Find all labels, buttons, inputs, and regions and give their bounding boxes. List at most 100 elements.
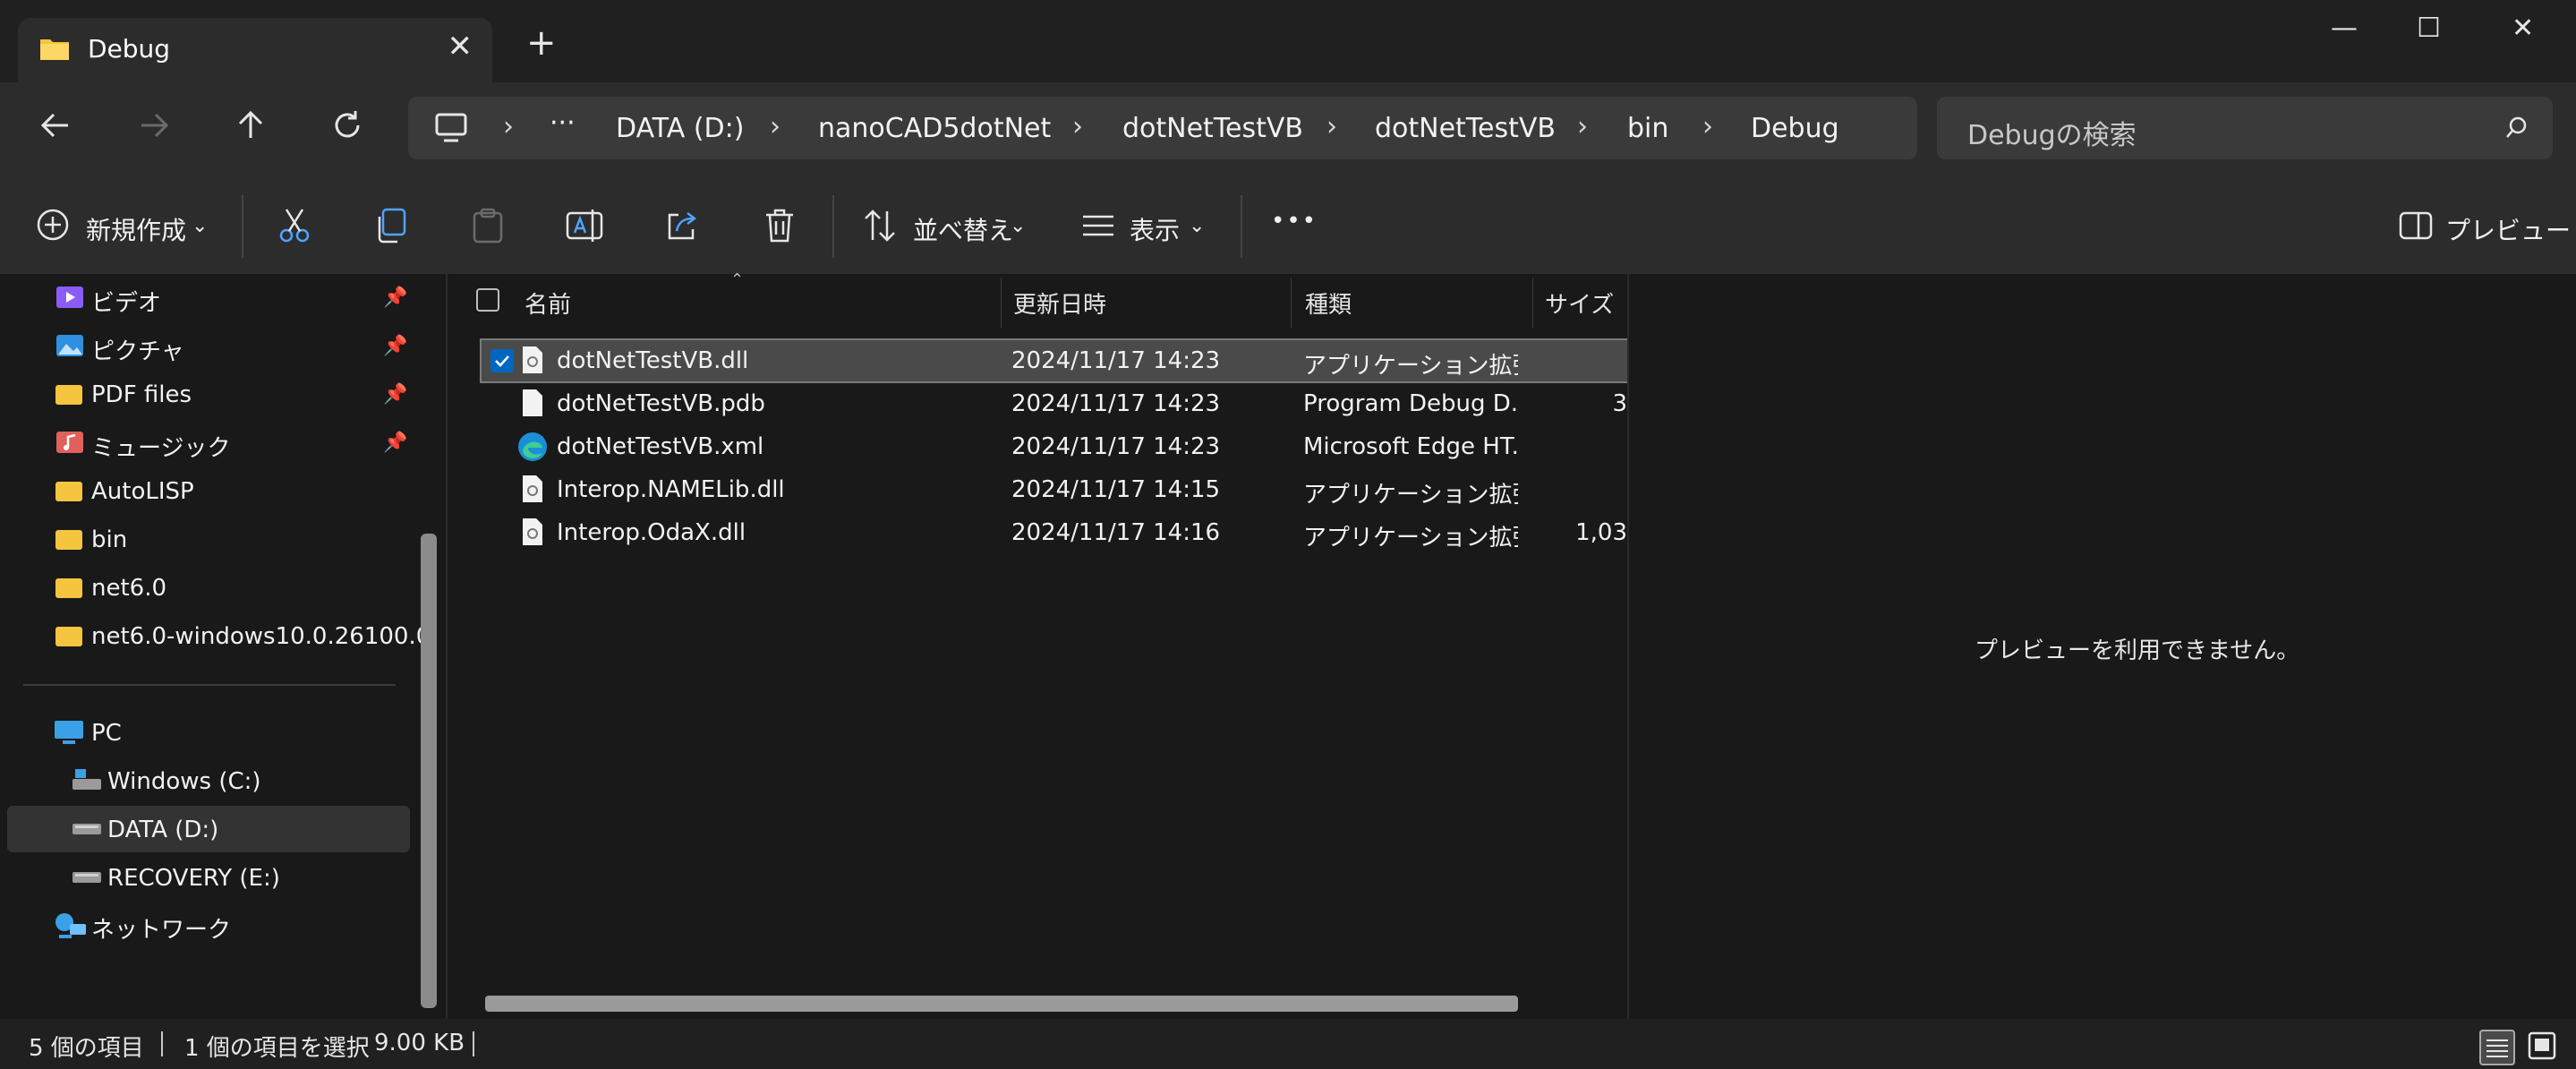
file-name: Interop.NAMELib.dll xyxy=(557,476,785,503)
chevron-right-icon: › xyxy=(1702,111,1713,142)
back-button[interactable] xyxy=(39,109,72,150)
file-size: 3 xyxy=(1612,390,1627,417)
column-divider[interactable] xyxy=(1291,278,1292,328)
column-header-modified[interactable]: 更新日時 xyxy=(1013,286,1106,320)
nav-item-drive-e[interactable]: RECOVERY (E:) xyxy=(107,865,280,892)
chevron-right-icon: › xyxy=(1072,111,1083,142)
row-checkbox[interactable] xyxy=(490,349,514,372)
maximize-button[interactable]: ☐ xyxy=(2417,13,2441,44)
view-icon[interactable] xyxy=(1081,208,1115,247)
table-row[interactable]: dotNetTestVB.dll 2024/11/17 14:23 アプリケーシ… xyxy=(480,338,1629,383)
horizontal-scrollbar[interactable] xyxy=(485,996,1518,1012)
nav-item-music[interactable]: ミュージック xyxy=(91,430,230,463)
column-header-type[interactable]: 種類 xyxy=(1305,286,1352,320)
tab-close-icon[interactable]: ✕ xyxy=(448,29,473,64)
chevron-down-icon[interactable]: ⌄ xyxy=(1010,215,1026,237)
file-modified: 2024/11/17 14:23 xyxy=(1011,347,1221,374)
search-input[interactable]: Debugの検索 xyxy=(1967,113,2137,152)
chevron-right-icon: › xyxy=(770,111,780,142)
table-row[interactable]: Interop.OdaX.dll 2024/11/17 14:16 アプリケーシ… xyxy=(482,512,1627,553)
refresh-button[interactable] xyxy=(331,109,363,150)
nav-item-drive-c[interactable]: Windows (C:) xyxy=(107,768,261,795)
arrow-left-icon xyxy=(40,113,68,138)
preview-pane: プレビューを利用できません。 xyxy=(1627,274,2576,1019)
nav-item-pictures[interactable]: ピクチャ xyxy=(91,333,184,366)
column-divider[interactable] xyxy=(1001,278,1002,328)
chevron-down-icon[interactable]: ⌄ xyxy=(192,215,208,237)
new-tab-button[interactable]: + xyxy=(526,25,557,61)
folder-icon xyxy=(55,530,82,550)
sort-button[interactable]: 並べ替え xyxy=(913,211,1013,247)
file-modified: 2024/11/17 14:23 xyxy=(1011,433,1221,460)
new-button[interactable]: 新規作成 xyxy=(86,211,186,247)
breadcrumb-item[interactable]: DATA (D:) xyxy=(616,113,744,144)
breadcrumb-item[interactable]: dotNetTestVB xyxy=(1375,113,1556,144)
nav-divider xyxy=(23,684,396,686)
nav-item-bin[interactable]: bin xyxy=(91,526,127,553)
nav-item-net6-windows[interactable]: net6.0-windows10.0.26100.0 xyxy=(91,623,431,650)
preview-button[interactable]: プレビュー xyxy=(2445,211,2571,247)
pc-icon xyxy=(435,113,467,147)
pin-icon[interactable]: 📌 xyxy=(383,286,407,309)
breadcrumb-item[interactable]: nanoCAD5dotNet xyxy=(818,113,1051,144)
pin-icon[interactable]: 📌 xyxy=(383,432,407,454)
select-all-checkbox[interactable] xyxy=(476,288,499,312)
folder-icon xyxy=(55,578,82,598)
column-header-size[interactable]: サイズ xyxy=(1545,286,1614,320)
column-header-name[interactable]: 名前 xyxy=(525,286,571,320)
up-button[interactable] xyxy=(235,109,267,150)
share-icon[interactable] xyxy=(664,208,700,247)
status-divider xyxy=(161,1031,163,1056)
file-name: Interop.OdaX.dll xyxy=(557,519,746,546)
selection-size: 9.00 KB xyxy=(374,1030,465,1056)
minimize-button[interactable]: — xyxy=(2331,13,2358,44)
pin-icon[interactable]: 📌 xyxy=(383,335,407,357)
nav-item-net6[interactable]: net6.0 xyxy=(91,575,166,602)
table-row[interactable]: dotNetTestVB.xml 2024/11/17 14:23 Micros… xyxy=(482,426,1627,467)
file-list: ⌃ 名前 更新日時 種類 サイズ dotNetTestVB.dll 2024/1… xyxy=(446,270,1629,1019)
more-button[interactable]: ••• xyxy=(1271,208,1318,235)
drive-icon xyxy=(72,820,102,842)
file-type: Program Debug D... xyxy=(1303,390,1518,417)
file-name: dotNetTestVB.pdb xyxy=(557,390,765,417)
nav-item-videos[interactable]: ビデオ xyxy=(91,285,161,318)
new-icon[interactable] xyxy=(36,208,70,245)
tab-debug[interactable]: Debug ✕ xyxy=(18,18,492,82)
nav-scrollbar[interactable] xyxy=(421,534,437,1008)
file-icon xyxy=(521,389,544,421)
search-box[interactable]: Debugの検索 xyxy=(1937,97,2553,159)
breadcrumb-current[interactable]: Debug xyxy=(1751,113,1839,144)
column-divider[interactable] xyxy=(1532,278,1533,328)
nav-item-autolisp[interactable]: AutoLISP xyxy=(91,478,194,505)
table-row[interactable]: dotNetTestVB.pdb 2024/11/17 14:23 Progra… xyxy=(482,383,1627,424)
sort-icon[interactable] xyxy=(863,208,897,247)
paste-icon[interactable] xyxy=(471,208,505,247)
dll-file-icon xyxy=(521,346,544,378)
details-view-icon[interactable] xyxy=(2479,1030,2515,1065)
forward-button[interactable] xyxy=(138,109,170,150)
copy-icon[interactable] xyxy=(374,208,408,247)
breadcrumb-item[interactable]: dotNetTestVB xyxy=(1122,113,1303,144)
address-bar[interactable]: › ··· DATA (D:) › nanoCAD5dotNet › dotNe… xyxy=(408,97,1917,159)
drive-icon xyxy=(72,868,102,890)
file-modified: 2024/11/17 14:15 xyxy=(1011,476,1221,503)
pin-icon[interactable]: 📌 xyxy=(383,383,407,406)
nav-item-pdf-files[interactable]: PDF files xyxy=(91,381,192,408)
search-icon[interactable] xyxy=(2504,115,2529,143)
dll-file-icon xyxy=(521,475,544,507)
rename-icon[interactable] xyxy=(566,208,603,247)
delete-icon[interactable] xyxy=(763,208,797,247)
nav-item-drive-d[interactable]: DATA (D:) xyxy=(107,817,218,843)
chevron-down-icon[interactable]: ⌄ xyxy=(1189,215,1205,237)
file-size: 1,03 xyxy=(1575,519,1627,546)
nav-item-pc[interactable]: PC xyxy=(91,720,122,747)
cut-icon[interactable] xyxy=(277,208,311,247)
breadcrumb-overflow[interactable]: ··· xyxy=(550,107,576,139)
view-button[interactable]: 表示 xyxy=(1130,211,1180,247)
table-row[interactable]: Interop.NAMELib.dll 2024/11/17 14:15 アプリ… xyxy=(482,469,1627,510)
preview-pane-icon[interactable] xyxy=(2399,208,2433,247)
close-button[interactable]: ✕ xyxy=(2512,13,2534,44)
nav-item-network[interactable]: ネットワーク xyxy=(91,911,231,945)
breadcrumb-item[interactable]: bin xyxy=(1627,113,1668,144)
tiles-view-icon[interactable] xyxy=(2526,1030,2558,1062)
